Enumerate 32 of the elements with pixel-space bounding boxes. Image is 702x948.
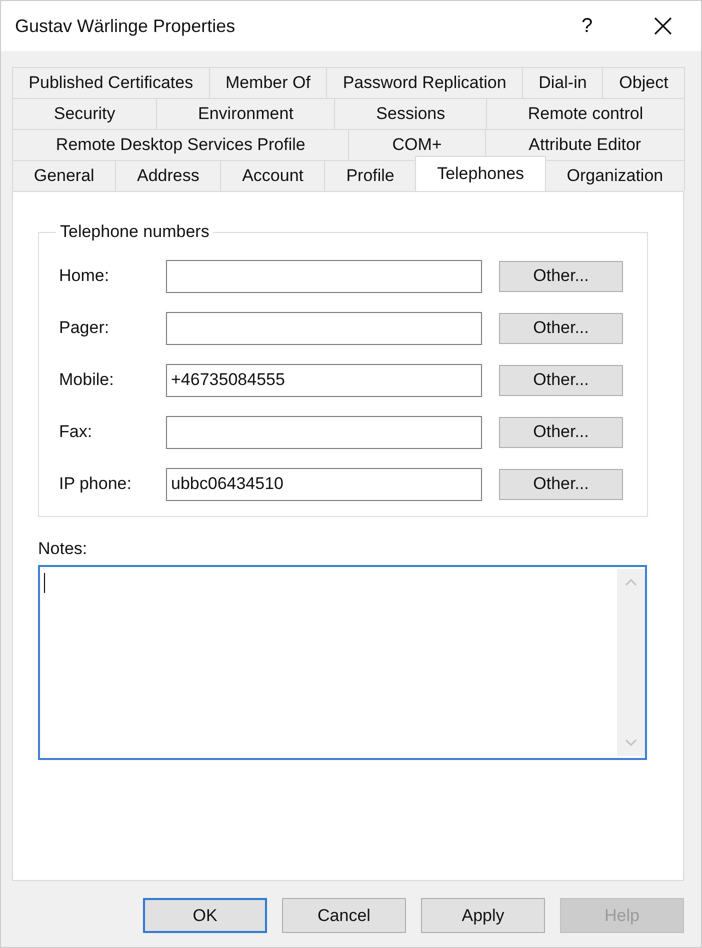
group-title: Telephone numbers [59,222,210,242]
tab[interactable]: Security [12,98,158,129]
tab[interactable]: Remote control [486,98,685,129]
other-button[interactable]: Other... [499,260,623,292]
tab[interactable]: Organization [544,160,685,191]
dialog-button[interactable]: Cancel [282,898,406,933]
input-field[interactable]: +46735084555 [166,364,482,396]
dialog-button[interactable]: Apply [421,898,545,933]
other-button[interactable]: Other... [499,468,623,500]
help-button[interactable]: ? [549,1,625,51]
notes-label: Notes: [38,539,88,559]
tab[interactable]: Attribute Editor [484,129,686,160]
tab[interactable]: Remote Desktop Services Profile [12,129,350,160]
field-label: Fax: [59,422,94,442]
other-button[interactable]: Other... [499,416,623,448]
other-button[interactable]: Other... [499,312,623,344]
tab[interactable]: Published Certificates [12,67,210,98]
field-label: IP phone: [59,474,132,494]
close-icon [653,16,673,36]
input-field[interactable] [166,312,482,344]
input-field[interactable]: ubbc06434510 [166,468,482,500]
tab[interactable]: General [12,160,116,191]
window-title: Gustav Wärlinge Properties [15,16,236,36]
dialog-button[interactable]: OK [143,898,267,933]
field-label: Pager: [59,318,110,338]
tab[interactable]: Object [602,67,685,98]
field-label: Mobile: [59,370,115,390]
input-field[interactable] [166,260,482,292]
input-field[interactable] [166,416,482,448]
tab[interactable]: Telephones [415,156,546,191]
field-label: Home: [59,266,110,286]
other-button[interactable]: Other... [499,364,623,396]
